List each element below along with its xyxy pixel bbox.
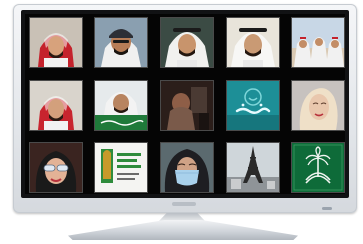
photo-tile-r1c5 [291, 17, 345, 68]
photo-tile-r3c2 [94, 142, 148, 193]
photo-tile-r2c5 [291, 80, 345, 131]
saudi-journalists-association-logo-icon [95, 143, 147, 192]
photo-tile-r1c4 [226, 17, 280, 68]
portrait-man-white-ghutra-icon [227, 18, 279, 67]
photo-tile-r3c1 [29, 142, 83, 193]
dark-scene-icon [161, 81, 213, 130]
portrait-man-dark-cap-icon [95, 18, 147, 67]
portrait-man-red-shemagh-icon [30, 18, 82, 67]
photo-tile-r3c3 [160, 142, 214, 193]
portrait-man-green-banner-icon [95, 81, 147, 130]
photo-tile-r1c2 [94, 17, 148, 68]
portrait-woman-blonde-icon [292, 81, 344, 130]
group-photo-icon [292, 18, 344, 67]
photo-tile-r1c1 [29, 17, 83, 68]
photo-tile-r3c5 [291, 142, 345, 193]
photo-tile-r1c3 [160, 17, 214, 68]
photo-tile-r3c4 [226, 142, 280, 193]
tv-stand-base [68, 220, 298, 240]
portrait-man-red-shemagh-icon [30, 81, 82, 130]
portrait-woman-sunglasses-icon [30, 143, 82, 192]
photo-tile-r2c2 [94, 80, 148, 131]
photo-tile-r2c4 [226, 80, 280, 131]
portrait-man-white-ghutra-icon [161, 18, 213, 67]
tv-brand-mark [172, 202, 196, 206]
portrait-woman-face-mask-icon [161, 143, 213, 192]
photo-tile-r2c3 [160, 80, 214, 131]
eiffel-tower-photo-icon [227, 143, 279, 192]
saudi-emblem-icon [292, 143, 344, 192]
power-indicator-icon [322, 207, 332, 210]
ibtisam-logo-icon [227, 81, 279, 130]
photo-tile-r2c1 [29, 80, 83, 131]
